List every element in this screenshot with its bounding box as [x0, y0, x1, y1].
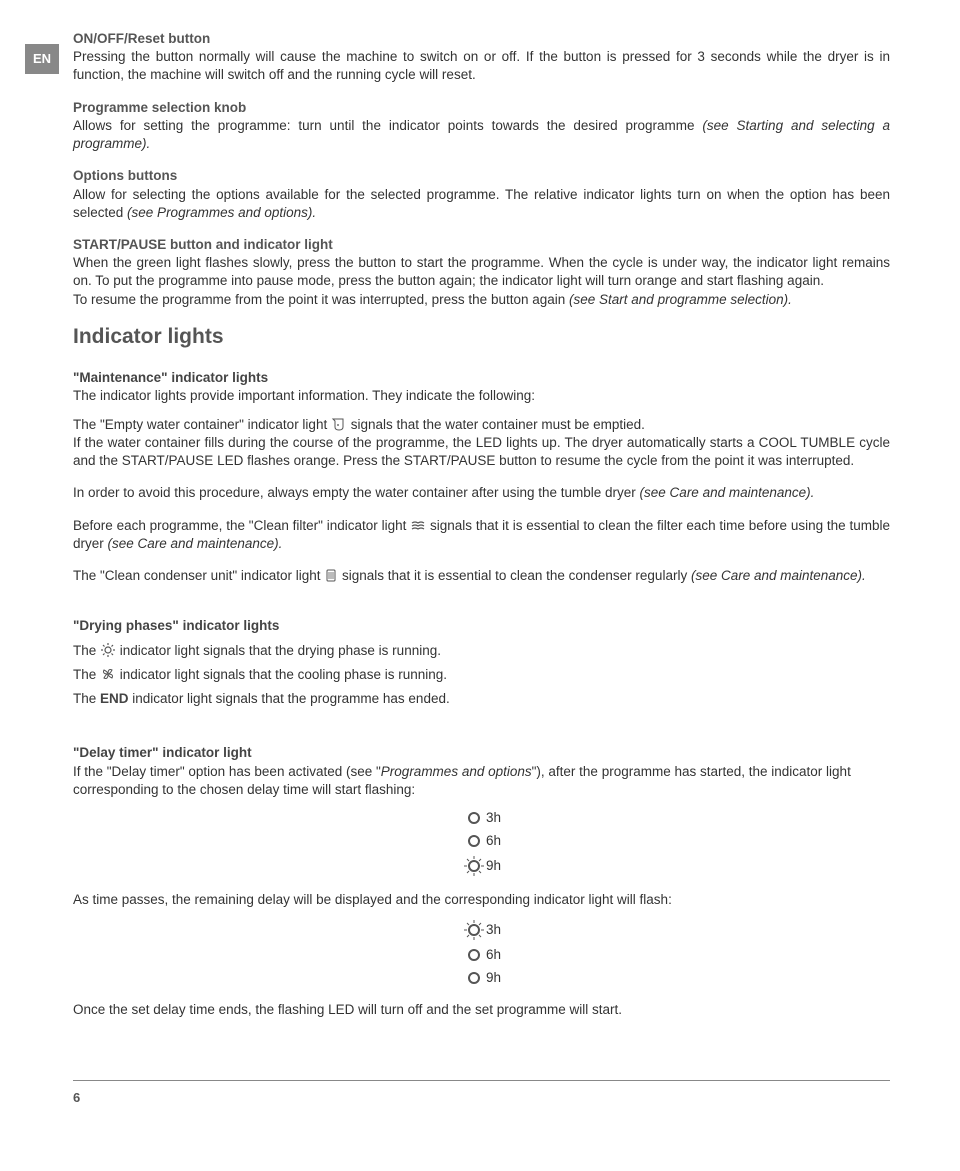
condenser-icon: [324, 568, 338, 583]
cond-ref: (see Care and maintenance).: [691, 568, 866, 583]
delay-3h-2: 3h: [486, 921, 501, 939]
led-off-icon: [462, 945, 486, 965]
drying-line2: The indicator light signals that the coo…: [73, 666, 890, 684]
empty-water-c: If the water container fills during the …: [73, 435, 890, 468]
cond-a: The "Clean condenser unit" indicator lig…: [73, 568, 324, 583]
led-off-icon: [462, 831, 486, 851]
section-programme-knob: Programme selection knob Allows for sett…: [73, 99, 890, 154]
delay-row-9h: 9h: [462, 854, 501, 878]
delay-end: Once the set delay time ends, the flashi…: [73, 1001, 890, 1019]
language-badge: EN: [25, 44, 59, 74]
delay-intro-a: If the "Delay timer" option has been act…: [73, 764, 381, 779]
drying-line3: The END indicator light signals that the…: [73, 690, 890, 708]
options-title: Options buttons: [73, 168, 177, 183]
maintenance-subhead: "Maintenance" indicator lights: [73, 369, 890, 387]
drying1-a: The: [73, 643, 100, 658]
startpause-title: START/PAUSE button and indicator light: [73, 237, 333, 252]
section-onoff: ON/OFF/Reset button Pressing the button …: [73, 30, 890, 85]
delay-9h: 9h: [486, 857, 501, 875]
avoid-a: In order to avoid this procedure, always…: [73, 485, 640, 500]
drying3-b: indicator light signals that the program…: [129, 691, 450, 706]
delay-table-1: 3h 6h 9h: [462, 805, 501, 881]
avoid-ref: (see Care and maintenance).: [640, 485, 815, 500]
led-off-icon: [462, 808, 486, 828]
cond-b: signals that it is essential to clean th…: [342, 568, 691, 583]
empty-water-a: The "Empty water container" indicator li…: [73, 417, 331, 432]
water-container-icon: [331, 417, 347, 432]
delay-row-9h-2: 9h: [462, 968, 501, 988]
empty-water-para: The "Empty water container" indicator li…: [73, 416, 890, 471]
clean-filter-para: Before each programme, the "Clean filter…: [73, 517, 890, 553]
indicator-lights-heading: Indicator lights: [73, 323, 890, 351]
filter-a: Before each programme, the "Clean filter…: [73, 518, 410, 533]
delay-6h: 6h: [486, 832, 501, 850]
startpause-body-a: When the green light flashes slowly, pre…: [73, 255, 890, 288]
delay-intro: If the "Delay timer" option has been act…: [73, 763, 890, 799]
filter-icon: [410, 520, 426, 533]
empty-water-b: signals that the water container must be…: [351, 417, 645, 432]
section-options: Options buttons Allow for selecting the …: [73, 167, 890, 222]
delay-mid: As time passes, the remaining delay will…: [73, 891, 890, 909]
delay-subhead: "Delay timer" indicator light: [73, 744, 890, 762]
sun-icon: [100, 642, 116, 658]
drying2-b: indicator light signals that the cooling…: [120, 667, 447, 682]
delay-3h: 3h: [486, 809, 501, 827]
delay-table-2: 3h 6h 9h: [462, 915, 501, 991]
startpause-ref: (see Start and programme selection).: [569, 292, 792, 307]
led-flash-icon: [462, 854, 486, 878]
drying3-a: The: [73, 691, 100, 706]
maintenance-intro: The indicator lights provide important i…: [73, 387, 890, 405]
end-label: END: [100, 691, 129, 706]
delay-9h-2: 9h: [486, 969, 501, 987]
delay-row-3h: 3h: [462, 808, 501, 828]
clean-condenser-para: The "Clean condenser unit" indicator lig…: [73, 567, 890, 585]
delay-6h-2: 6h: [486, 946, 501, 964]
drying-subhead: "Drying phases" indicator lights: [73, 617, 890, 635]
delay-row-3h-2: 3h: [462, 918, 501, 942]
drying-line1: The indicator light signals that the dry…: [73, 642, 890, 660]
page-content: ON/OFF/Reset button Pressing the button …: [73, 30, 890, 1107]
onoff-title: ON/OFF/Reset button: [73, 31, 210, 46]
fan-icon: [100, 666, 116, 682]
delay-row-6h-2: 6h: [462, 945, 501, 965]
progknob-title: Programme selection knob: [73, 100, 246, 115]
onoff-body: Pressing the button normally will cause …: [73, 49, 890, 82]
delay-row-6h: 6h: [462, 831, 501, 851]
startpause-body-b: To resume the programme from the point i…: [73, 292, 569, 307]
progknob-body: Allows for setting the programme: turn u…: [73, 118, 702, 133]
avoid-para: In order to avoid this procedure, always…: [73, 484, 890, 502]
drying2-a: The: [73, 667, 100, 682]
section-startpause: START/PAUSE button and indicator light W…: [73, 236, 890, 309]
drying1-b: indicator light signals that the drying …: [120, 643, 441, 658]
led-flash-icon: [462, 918, 486, 942]
filter-ref: (see Care and maintenance).: [108, 536, 283, 551]
led-off-icon: [462, 968, 486, 988]
options-ref: (see Programmes and options).: [127, 205, 316, 220]
delay-intro-i: Programmes and options: [381, 764, 532, 779]
page-number: 6: [73, 1090, 80, 1105]
footer: 6: [73, 1080, 890, 1107]
